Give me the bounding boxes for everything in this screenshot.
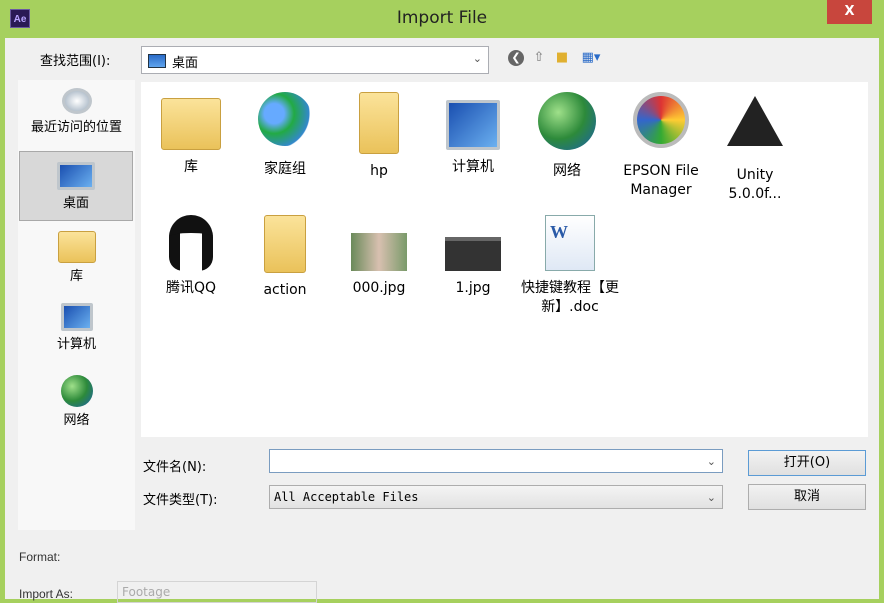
place-desktop[interactable]: 桌面	[19, 151, 133, 221]
place-network[interactable]: 网络	[18, 369, 135, 439]
places-bar: 最近访问的位置 桌面 库 计算机 网络	[18, 80, 135, 530]
network-icon	[60, 375, 93, 407]
file-item[interactable]: 库	[144, 92, 238, 177]
word-doc-icon: W	[545, 215, 595, 271]
up-folder-icon[interactable]: ⇧	[531, 50, 547, 66]
file-item[interactable]: 网络	[520, 92, 614, 181]
file-item[interactable]: Unity 5.0.0f...	[708, 92, 802, 204]
look-in-value: 桌面	[172, 56, 199, 71]
file-label: 腾讯QQ	[165, 280, 217, 296]
file-label: hp	[370, 163, 388, 179]
window-title: Import File	[396, 8, 488, 28]
qq-icon	[169, 215, 213, 271]
place-recent[interactable]: 最近访问的位置	[18, 82, 135, 152]
file-label: 计算机	[452, 159, 494, 175]
file-label: 快捷键教程【更新】.doc	[521, 280, 619, 315]
look-in-label: 查找范围(I):	[40, 54, 111, 69]
chevron-down-icon: ⌄	[472, 52, 482, 65]
import-as-dropdown[interactable]: Footage	[117, 581, 317, 603]
file-item[interactable]: 000.jpg	[332, 215, 426, 298]
open-button[interactable]: 打开(O)	[748, 450, 866, 476]
file-item[interactable]: 腾讯QQ	[144, 215, 238, 298]
back-icon[interactable]: ❮	[508, 50, 524, 66]
cancel-button[interactable]: 取消	[748, 484, 866, 510]
file-label: EPSON File Manager	[623, 163, 699, 198]
file-item[interactable]: EPSON File Manager	[614, 92, 708, 200]
file-label: 库	[184, 159, 198, 175]
place-label: 最近访问的位置	[30, 120, 122, 135]
file-item[interactable]: 计算机	[426, 92, 520, 177]
chevron-down-icon: ⌄	[706, 455, 716, 468]
desktop-icon	[148, 54, 166, 68]
image-thumbnail-icon	[445, 237, 501, 271]
unity-icon	[727, 96, 783, 146]
computer-icon	[446, 100, 500, 150]
chevron-down-icon: ⌄	[706, 491, 716, 504]
place-computer[interactable]: 计算机	[18, 297, 135, 367]
title-bar: Ae Import File X	[0, 0, 884, 38]
libraries-icon	[57, 231, 96, 263]
image-thumbnail-icon	[351, 233, 407, 271]
look-in-dropdown[interactable]: 桌面 ⌄	[141, 46, 489, 74]
computer-icon	[60, 303, 93, 331]
filetype-label: 文件类型(T):	[143, 493, 218, 508]
file-label: 1.jpg	[455, 280, 491, 296]
filename-label: 文件名(N):	[143, 460, 207, 475]
file-item[interactable]: 家庭组	[238, 92, 332, 179]
place-label: 计算机	[56, 337, 96, 352]
file-item[interactable]: 1.jpg	[426, 215, 520, 298]
view-menu-icon[interactable]: ▦▾	[578, 50, 604, 66]
place-label: 桌面	[62, 196, 89, 211]
filetype-dropdown[interactable]: All Acceptable Files ⌄	[269, 485, 723, 509]
new-folder-icon[interactable]: ■	[554, 50, 570, 66]
epson-icon	[633, 92, 689, 148]
file-label: 网络	[553, 163, 581, 179]
network-icon	[538, 92, 596, 150]
place-label: 库	[69, 269, 83, 284]
close-button[interactable]: X	[827, 0, 872, 24]
folder-icon	[264, 215, 306, 273]
file-label: action	[263, 282, 307, 298]
filetype-value: All Acceptable Files	[274, 490, 419, 504]
file-item[interactable]: hp	[332, 92, 426, 181]
format-label: Format:	[19, 550, 61, 564]
recent-places-icon	[61, 88, 92, 114]
user-folder-icon	[359, 92, 399, 154]
place-label: 网络	[63, 413, 90, 428]
file-label: Unity 5.0.0f...	[728, 167, 782, 202]
file-list: 库 家庭组 hp 计算机 网络 EPSON File Manager Unity…	[141, 82, 868, 437]
import-as-value: Footage	[122, 585, 171, 599]
file-item[interactable]: W 快捷键教程【更新】.doc	[520, 215, 620, 317]
file-item[interactable]: action	[238, 215, 332, 300]
file-label: 家庭组	[264, 161, 306, 177]
place-libraries[interactable]: 库	[18, 225, 135, 295]
desktop-icon	[57, 162, 95, 190]
filename-input[interactable]: ⌄	[269, 449, 723, 473]
file-label: 000.jpg	[352, 280, 406, 296]
homegroup-icon	[258, 92, 312, 146]
libraries-icon	[161, 98, 221, 150]
